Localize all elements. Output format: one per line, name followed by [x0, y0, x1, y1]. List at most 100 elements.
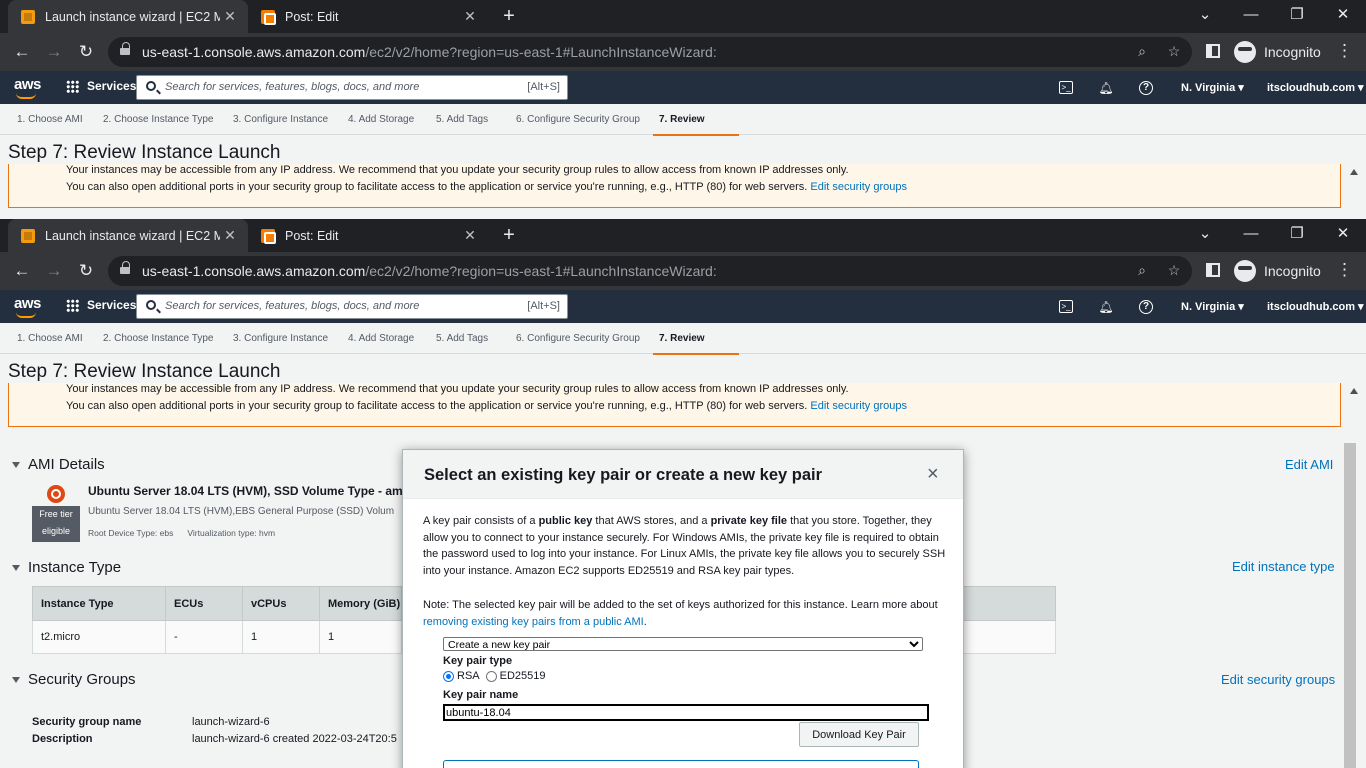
- back-icon[interactable]: ←: [10, 260, 34, 282]
- step-configure[interactable]: 3. Configure Instance: [233, 333, 328, 344]
- tab-search-icon[interactable]: ⌄: [1190, 223, 1220, 245]
- tab-launch-wizard[interactable]: Launch instance wizard | EC2 Management …: [8, 219, 248, 252]
- col-memory: Memory (GiB): [319, 586, 402, 621]
- restore-icon[interactable]: ❐: [1282, 4, 1312, 26]
- remove-key-pairs-link[interactable]: removing existing key pairs from a publi…: [423, 616, 644, 628]
- step-tags[interactable]: 5. Add Tags: [436, 333, 488, 344]
- sidepanel-icon[interactable]: [1206, 44, 1220, 58]
- restore-icon[interactable]: ❐: [1282, 223, 1312, 245]
- lock-icon: [120, 42, 130, 57]
- close-window-icon[interactable]: ✕: [1328, 4, 1358, 26]
- reload-icon[interactable]: ↻: [74, 41, 98, 63]
- collapse-icon: [12, 564, 20, 571]
- edit-instance-type-link[interactable]: Edit instance type: [1232, 559, 1335, 574]
- back-icon[interactable]: ←: [10, 41, 34, 63]
- address-bar[interactable]: us-east-1.console.aws.amazon.com/ec2/v2/…: [108, 37, 1192, 67]
- step-tags[interactable]: 5. Add Tags: [436, 114, 488, 125]
- step-review[interactable]: 7. Review: [653, 333, 738, 355]
- aws-favicon-icon: [21, 9, 35, 24]
- ed25519-radio[interactable]: [485, 670, 497, 682]
- instance-type-header[interactable]: Instance Type: [12, 559, 121, 576]
- step-review[interactable]: 7. Review: [653, 114, 738, 136]
- security-groups-header[interactable]: Security Groups: [12, 671, 136, 688]
- aws-logo[interactable]: aws: [14, 295, 41, 318]
- bell-icon[interactable]: 🔔︎: [1098, 80, 1114, 96]
- scroll-up-icon[interactable]: [1350, 169, 1358, 175]
- star-icon[interactable]: ☆: [1164, 262, 1184, 280]
- tab-post-edit[interactable]: Post: Edit ✕: [248, 219, 488, 252]
- account-menu[interactable]: itscloudhub.com ▾: [1267, 81, 1364, 94]
- cloudshell-icon[interactable]: >_: [1059, 81, 1073, 94]
- scrollbar[interactable]: [1343, 383, 1366, 768]
- star-icon[interactable]: ☆: [1164, 43, 1184, 61]
- close-icon[interactable]: ×: [927, 464, 939, 484]
- modal-intro: A key pair consists of a public key that…: [423, 515, 946, 578]
- edit-security-groups-link[interactable]: Edit security groups: [810, 400, 907, 412]
- close-tab-icon[interactable]: ✕: [460, 227, 480, 244]
- rsa-radio[interactable]: [443, 670, 454, 682]
- incognito-icon: [1234, 41, 1256, 63]
- tab-launch-wizard[interactable]: Launch instance wizard | EC2 Management …: [8, 0, 248, 33]
- new-tab-icon[interactable]: +: [498, 224, 520, 246]
- region-selector[interactable]: N. Virginia ▾: [1181, 300, 1244, 313]
- aws-logo[interactable]: aws: [14, 76, 41, 99]
- sidepanel-icon[interactable]: [1206, 263, 1220, 277]
- account-menu[interactable]: itscloudhub.com ▾: [1267, 300, 1364, 313]
- tab-post-edit[interactable]: Post: Edit ✕: [248, 0, 488, 33]
- download-key-pair-button[interactable]: Download Key Pair: [799, 722, 919, 747]
- step-storage[interactable]: 4. Add Storage: [348, 333, 414, 344]
- close-tab-icon[interactable]: ✕: [220, 227, 240, 244]
- help-icon[interactable]: ?: [1139, 81, 1153, 95]
- minimize-icon[interactable]: —: [1236, 223, 1266, 245]
- scrollbar-thumb[interactable]: [1344, 443, 1356, 768]
- incognito-badge[interactable]: Incognito: [1234, 257, 1321, 285]
- services-menu[interactable]: Services: [66, 79, 136, 93]
- aws-search-input[interactable]: Search for services, features, blogs, do…: [136, 294, 568, 319]
- step-choose-ami[interactable]: 1. Choose AMI: [17, 333, 83, 344]
- ami-meta: Root Device Type: ebs Virtualization type…: [88, 528, 276, 538]
- scrollbar[interactable]: [1343, 164, 1366, 219]
- bell-icon[interactable]: 🔔︎: [1098, 299, 1114, 315]
- close-tab-icon[interactable]: ✕: [220, 8, 240, 25]
- step-security-group[interactable]: 6. Configure Security Group: [516, 114, 640, 125]
- menu-icon[interactable]: ⋮: [1336, 260, 1353, 280]
- help-icon[interactable]: ?: [1139, 300, 1153, 314]
- ami-details-header[interactable]: AMI Details: [12, 456, 105, 473]
- menu-icon[interactable]: ⋮: [1336, 41, 1353, 61]
- zoom-icon[interactable]: ⌕: [1132, 43, 1152, 61]
- tab-title: Post: Edit: [285, 228, 339, 243]
- reload-icon[interactable]: ↻: [74, 260, 98, 282]
- forward-icon[interactable]: →: [42, 260, 66, 282]
- close-window-icon[interactable]: ✕: [1328, 223, 1358, 245]
- zoom-icon[interactable]: ⌕: [1132, 262, 1152, 280]
- edit-security-groups-link[interactable]: Edit security groups: [1221, 672, 1335, 687]
- tab-search-icon[interactable]: ⌄: [1190, 4, 1220, 26]
- services-menu[interactable]: Services: [66, 298, 136, 312]
- step-instance-type[interactable]: 2. Choose Instance Type: [103, 333, 213, 344]
- cloudshell-icon[interactable]: >_: [1059, 300, 1073, 313]
- minimize-icon[interactable]: —: [1236, 4, 1266, 26]
- forward-icon[interactable]: →: [42, 41, 66, 63]
- modal-header: Select an existing key pair or create a …: [403, 450, 963, 499]
- step-choose-ami[interactable]: 1. Choose AMI: [17, 114, 83, 125]
- aws-search-input[interactable]: Search for services, features, blogs, do…: [136, 75, 568, 100]
- col-vcpus: vCPUs: [242, 586, 320, 621]
- new-tab-icon[interactable]: +: [498, 5, 520, 27]
- incognito-badge[interactable]: Incognito: [1234, 38, 1321, 66]
- edit-security-groups-link[interactable]: Edit security groups: [810, 181, 907, 193]
- lock-icon: [120, 261, 130, 276]
- key-pair-name-input[interactable]: [443, 704, 929, 721]
- key-pair-action-select[interactable]: Create a new key pair: [443, 637, 923, 651]
- region-selector[interactable]: N. Virginia ▾: [1181, 81, 1244, 94]
- step-storage[interactable]: 4. Add Storage: [348, 114, 414, 125]
- step-security-group[interactable]: 6. Configure Security Group: [516, 333, 640, 344]
- edit-ami-link[interactable]: Edit AMI: [1285, 457, 1333, 472]
- address-bar[interactable]: us-east-1.console.aws.amazon.com/ec2/v2/…: [108, 256, 1192, 286]
- aws-top-nav: aws Services Search for services, featur…: [0, 290, 1366, 323]
- aws-favicon-icon: [21, 228, 35, 243]
- sg-name-row: Security group name launch-wizard-6: [32, 716, 270, 728]
- step-instance-type[interactable]: 2. Choose Instance Type: [103, 114, 213, 125]
- scroll-up-icon[interactable]: [1350, 388, 1358, 394]
- close-tab-icon[interactable]: ✕: [460, 8, 480, 25]
- step-configure[interactable]: 3. Configure Instance: [233, 114, 328, 125]
